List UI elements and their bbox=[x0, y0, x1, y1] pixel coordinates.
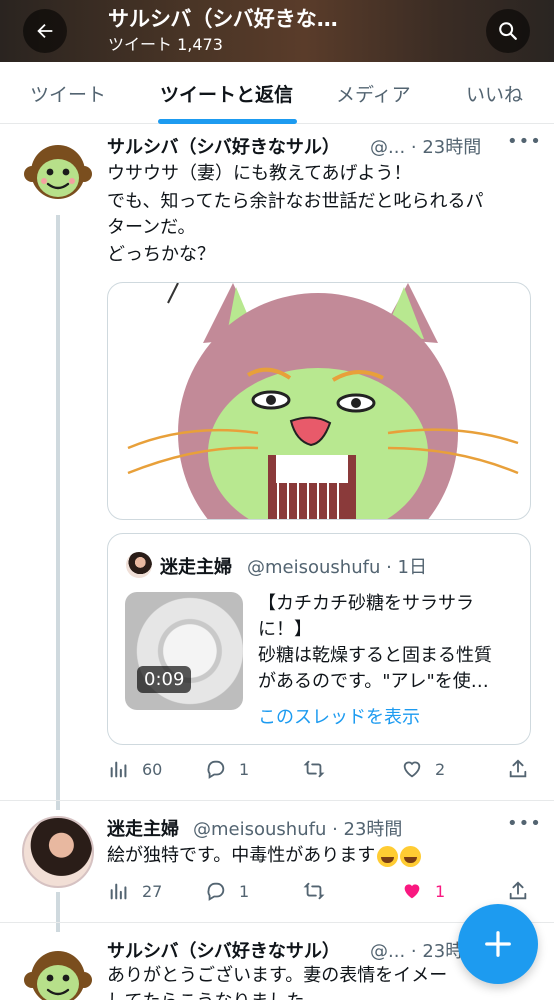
thread-connector bbox=[56, 215, 60, 810]
video-duration-badge: 0:09 bbox=[137, 666, 192, 693]
reply-icon bbox=[207, 760, 225, 779]
quoted-text-line: 砂糖は乾燥すると固まる性質 bbox=[258, 645, 492, 666]
tweet-text-line: してたらこうなりました bbox=[107, 989, 304, 1000]
back-button[interactable] bbox=[23, 9, 67, 53]
reply-count: 1 bbox=[239, 881, 250, 901]
monkey-face-icon bbox=[24, 951, 92, 1000]
quoted-tweet[interactable]: 迷走主婦 @meisoushufu · 1日 0:09 【カチカチ砂糖をサラサラ… bbox=[107, 533, 531, 745]
tweet-text-line: どっちかな？ bbox=[107, 244, 215, 265]
search-icon bbox=[499, 22, 517, 40]
tweet-text-line: ウサウサ（妻）にも教えてあげよう！ bbox=[107, 163, 412, 184]
avatar[interactable] bbox=[22, 816, 94, 888]
more-options-button[interactable]: ••• bbox=[507, 131, 542, 152]
tweet-author-name[interactable]: サルシバ（シバ好きなサル） bbox=[107, 133, 340, 159]
retweet-button[interactable] bbox=[303, 758, 325, 780]
share-button[interactable] bbox=[507, 880, 529, 902]
quoted-text-line: に！】 bbox=[258, 619, 312, 640]
tears-of-joy-emoji bbox=[377, 845, 399, 867]
tab-likes[interactable]: いいね bbox=[466, 62, 523, 124]
quoted-text-line: 【カチカチ砂糖をサラサラ bbox=[258, 593, 474, 614]
retweet-icon bbox=[303, 882, 325, 900]
tweet-text: 絵が独特です。中毒性があります bbox=[107, 843, 422, 869]
tweet-handle-time[interactable]: @... · 23時間 bbox=[370, 133, 481, 159]
views-count: 60 bbox=[142, 759, 163, 779]
share-icon bbox=[509, 759, 527, 778]
reply-icon bbox=[207, 882, 225, 901]
more-options-button[interactable]: ••• bbox=[507, 813, 542, 834]
profile-header: サルシバ（シバ好きな… ツイート 1,473 bbox=[0, 0, 554, 62]
avatar[interactable] bbox=[22, 136, 94, 208]
reply-button[interactable]: 1 bbox=[205, 758, 249, 780]
like-count: 2 bbox=[435, 759, 446, 779]
tab-tweets-and-replies[interactable]: ツイートと返信 bbox=[160, 62, 293, 124]
tweet-text-line: ターンだ。 bbox=[107, 217, 196, 238]
tab-tweets[interactable]: ツイート bbox=[30, 62, 106, 124]
search-button[interactable] bbox=[486, 9, 530, 53]
tweet-text-line: でも、知ってたら余計なお世話だと叱られるパ bbox=[107, 191, 484, 212]
views-button[interactable]: 27 bbox=[108, 880, 162, 902]
like-button[interactable]: 2 bbox=[401, 758, 445, 780]
tab-media[interactable]: メディア bbox=[336, 62, 411, 124]
profile-name-title: サルシバ（シバ好きな… bbox=[108, 7, 338, 31]
video-thumbnail[interactable]: 0:09 bbox=[125, 592, 243, 710]
views-count: 27 bbox=[142, 881, 163, 901]
avatar[interactable] bbox=[22, 942, 94, 1000]
tweet-author-name[interactable]: サルシバ（シバ好きなサル） bbox=[107, 937, 340, 963]
tweet-count: ツイート 1,473 bbox=[108, 35, 223, 54]
tweet-handle-time[interactable]: @meisoushufu · 23時間 bbox=[193, 815, 402, 841]
tweet-author-name[interactable]: 迷走主婦 bbox=[107, 815, 179, 841]
thread-connector bbox=[56, 892, 60, 932]
share-icon bbox=[509, 881, 527, 900]
arrow-left-icon bbox=[37, 23, 53, 39]
retweet-icon bbox=[303, 760, 325, 778]
tweet-text-content: 絵が独特です。中毒性があります bbox=[107, 845, 376, 866]
rabbit-drawing bbox=[127, 283, 519, 519]
tweet-divider bbox=[0, 800, 554, 801]
active-tab-indicator bbox=[158, 119, 297, 124]
heart-icon bbox=[403, 761, 421, 778]
tweet-image[interactable] bbox=[107, 282, 531, 520]
compose-tweet-button[interactable] bbox=[458, 904, 538, 984]
retweet-button[interactable] bbox=[303, 880, 325, 902]
tears-of-joy-emoji bbox=[400, 845, 422, 867]
tweet-text-line: ありがとうございます。妻の表情をイメー bbox=[107, 965, 448, 986]
reply-button[interactable]: 1 bbox=[205, 880, 249, 902]
like-button[interactable]: 1 bbox=[401, 880, 445, 902]
monkey-face-icon bbox=[24, 145, 92, 199]
quoted-handle-time: @meisoushufu · 1日 bbox=[247, 557, 427, 578]
heart-filled-icon bbox=[404, 884, 420, 899]
plus-icon bbox=[485, 931, 511, 957]
quoted-author-name: 迷走主婦 bbox=[160, 557, 232, 578]
avatar bbox=[126, 552, 152, 578]
reply-count: 1 bbox=[239, 759, 250, 779]
views-button[interactable]: 60 bbox=[108, 758, 162, 780]
share-button[interactable] bbox=[507, 758, 529, 780]
like-count: 1 bbox=[435, 881, 446, 901]
quoted-text-line: があるのです。"アレ"を使… bbox=[258, 671, 489, 692]
profile-tabs: ツイート ツイートと返信 メディア いいね bbox=[0, 62, 554, 124]
show-thread-link[interactable]: このスレッドを表示 bbox=[258, 703, 420, 729]
bar-chart-icon bbox=[110, 883, 127, 900]
bar-chart-icon bbox=[110, 761, 127, 778]
